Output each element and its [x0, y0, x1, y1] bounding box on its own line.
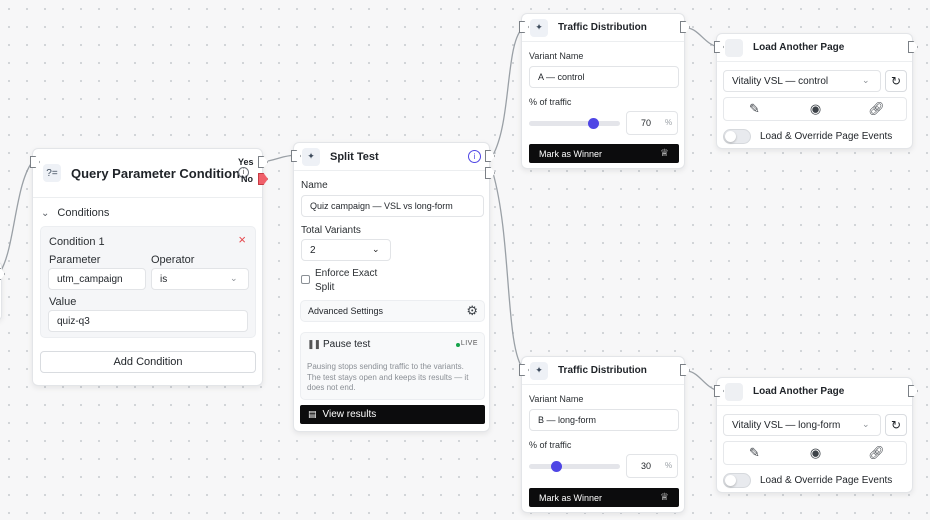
- load-page-node-b[interactable]: Load Another Page Vitality VSL — long-fo…: [716, 377, 913, 493]
- total-variants-select[interactable]: 2 ⌄: [301, 239, 391, 261]
- variant-name-input[interactable]: A — control: [529, 66, 679, 88]
- view-results-button[interactable]: ▤ View results: [300, 405, 485, 424]
- conditions-toggle[interactable]: ⌄ Conditions: [41, 207, 109, 219]
- refresh-button[interactable]: ↻: [885, 414, 907, 436]
- override-events-toggle[interactable]: [723, 129, 751, 144]
- chevron-down-icon: ⌄: [41, 207, 50, 219]
- conditions-header: Conditions: [57, 207, 110, 219]
- condition-title: Condition 1: [49, 236, 105, 248]
- refresh-button[interactable]: ↻: [885, 70, 907, 92]
- name-label: Name: [301, 180, 328, 191]
- page-select[interactable]: Vitality VSL — long-form ⌄: [723, 414, 881, 436]
- operator-label: Operator: [151, 254, 195, 266]
- page-select-value: Vitality VSL — control: [732, 75, 829, 87]
- override-events-label: Load & Override Page Events: [760, 131, 893, 142]
- chevron-down-icon: ⌄: [862, 75, 870, 85]
- query-parameter-icon: ?=: [43, 164, 61, 182]
- mark-as-winner-button[interactable]: Mark as Winner ♕: [529, 144, 679, 163]
- page-icon: [725, 38, 743, 57]
- node-title: Load Another Page: [753, 42, 845, 53]
- variant-name-input[interactable]: B — long-form: [529, 409, 679, 431]
- advanced-settings-row[interactable]: Advanced Settings ⚙: [300, 300, 485, 322]
- mark-as-winner-button[interactable]: Mark as Winner ♕: [529, 488, 679, 507]
- node-title: Query Parameter Condition: [71, 165, 241, 181]
- delete-condition-icon[interactable]: ×: [238, 232, 246, 247]
- enforce-split-label: Enforce Exact: [315, 268, 378, 279]
- parameter-input[interactable]: utm_campaign: [48, 268, 146, 290]
- crown-icon: ♕: [660, 492, 669, 503]
- eye-icon[interactable]: ◉: [785, 98, 846, 120]
- variant-name-label: Variant Name: [529, 394, 584, 404]
- split-icon: ✦: [302, 147, 320, 166]
- eye-icon[interactable]: ◉: [785, 442, 846, 464]
- pause-test-panel: ❚❚ Pause test LIVE Pausing stops sending…: [300, 332, 485, 400]
- link-icon[interactable]: 🔗︎: [846, 98, 907, 120]
- mark-as-winner-label: Mark as Winner: [539, 492, 603, 503]
- pause-description: Pausing stops sending traffic to the var…: [307, 362, 469, 392]
- traffic-slider[interactable]: [529, 461, 620, 472]
- split-test-node[interactable]: ✦ Split Test i Name Quiz campaign — VSL …: [293, 142, 490, 432]
- add-condition-button[interactable]: Add Condition: [40, 351, 256, 373]
- variant-name-label: Variant Name: [529, 51, 584, 61]
- load-page-node-a[interactable]: Load Another Page Vitality VSL — control…: [716, 33, 913, 149]
- traffic-slider[interactable]: [529, 118, 620, 129]
- enforce-split-checkbox[interactable]: [301, 275, 310, 284]
- page-select[interactable]: Vitality VSL — control ⌄: [723, 70, 881, 92]
- live-dot: [456, 343, 460, 347]
- crown-icon: ♕: [660, 148, 669, 159]
- split-name-input[interactable]: Quiz campaign — VSL vs long-form: [301, 195, 484, 217]
- chart-icon: ▤: [308, 409, 317, 419]
- traffic-percent-label: % of traffic: [529, 440, 572, 450]
- link-icon[interactable]: 🔗︎: [846, 442, 907, 464]
- pause-icon[interactable]: ❚❚: [307, 339, 321, 350]
- override-events-toggle[interactable]: [723, 473, 751, 488]
- percent-sign: %: [665, 118, 673, 127]
- live-badge: LIVE: [460, 340, 478, 347]
- chevron-down-icon: ⌄: [862, 419, 870, 429]
- total-variants-label: Total Variants: [301, 225, 361, 236]
- page-select-value: Vitality VSL — long-form: [732, 419, 841, 431]
- parameter-label: Parameter: [49, 254, 101, 266]
- page-actions-row: ✎ ◉ 🔗︎: [723, 441, 907, 465]
- traffic-slider-thumb[interactable]: [587, 118, 599, 129]
- traffic-slider-thumb[interactable]: [551, 461, 563, 472]
- refresh-icon: ↻: [890, 74, 902, 88]
- yes-label: Yes: [238, 157, 254, 167]
- operator-value: is: [160, 273, 168, 285]
- info-icon[interactable]: i: [468, 150, 481, 163]
- traffic-distribution-node-a[interactable]: ✦ Traffic Distribution Variant Name A — …: [521, 13, 685, 169]
- view-results-label: View results: [322, 409, 377, 420]
- enforce-split-label-2: Split: [315, 282, 335, 293]
- chevron-down-icon: ⌄: [372, 244, 380, 254]
- node-title: Load Another Page: [753, 386, 845, 397]
- pause-test-label[interactable]: Pause test: [323, 339, 370, 350]
- override-events-label: Load & Override Page Events: [760, 475, 893, 486]
- traffic-percent-label: % of traffic: [529, 97, 572, 107]
- page-icon: [725, 382, 743, 401]
- edit-icon[interactable]: ✎: [724, 442, 785, 464]
- mark-as-winner-label: Mark as Winner: [539, 148, 603, 159]
- gear-icon[interactable]: ⚙: [466, 303, 478, 319]
- refresh-icon: ↻: [890, 418, 902, 432]
- value-label: Value: [49, 296, 77, 308]
- percent-sign: %: [665, 461, 673, 470]
- node-title: Traffic Distribution: [558, 365, 647, 376]
- query-parameter-node[interactable]: ?= Query Parameter Condition ⌄ Condition…: [32, 148, 263, 386]
- node-title: Traffic Distribution: [558, 22, 647, 33]
- split-icon: ✦: [530, 361, 548, 380]
- node-title: Split Test: [330, 150, 379, 163]
- no-label: No: [241, 174, 253, 184]
- page-actions-row: ✎ ◉ 🔗︎: [723, 97, 907, 121]
- value-input[interactable]: quiz-q3: [48, 310, 248, 332]
- split-icon: ✦: [530, 18, 548, 37]
- traffic-distribution-node-b[interactable]: ✦ Traffic Distribution Variant Name B — …: [521, 356, 685, 513]
- condition-card: Condition 1 × Parameter Operator utm_cam…: [40, 226, 256, 338]
- advanced-settings-label: Advanced Settings: [308, 306, 384, 316]
- chevron-down-icon: ⌄: [230, 273, 238, 283]
- total-variants-value: 2: [310, 244, 316, 256]
- operator-select[interactable]: is ⌄: [151, 268, 249, 290]
- edit-icon[interactable]: ✎: [724, 98, 785, 120]
